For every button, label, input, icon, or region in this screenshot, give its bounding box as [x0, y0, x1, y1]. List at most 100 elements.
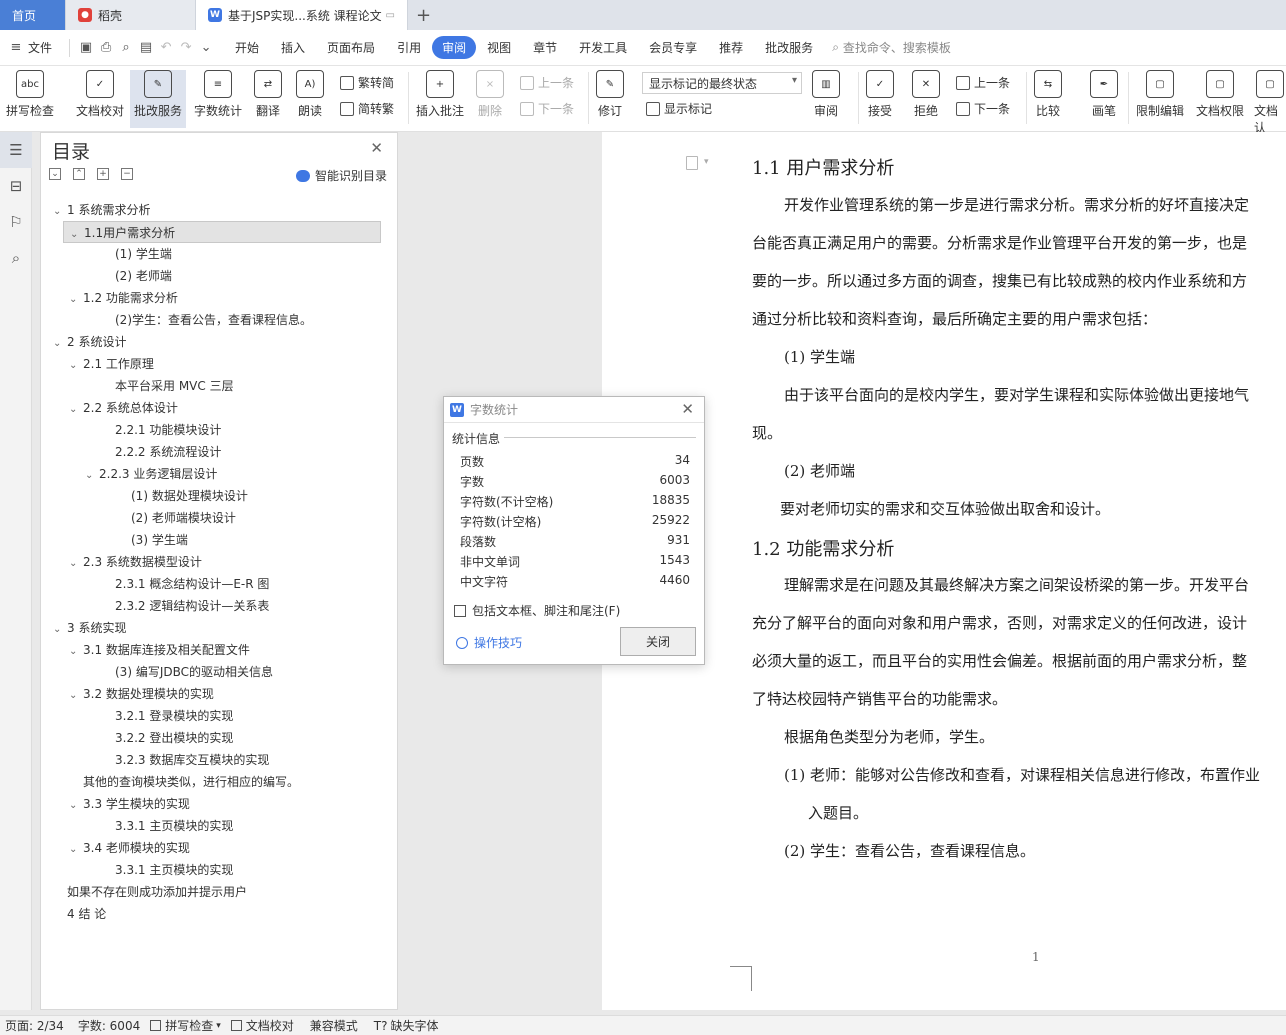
review-service-button[interactable]: ✎ 批改服务	[130, 70, 187, 128]
word-count-indicator[interactable]: 字数: 6004	[73, 1017, 145, 1034]
next-change-button[interactable]: 下一条	[956, 100, 1010, 117]
toc-item[interactable]: 2.2.2 系统流程设计	[41, 441, 397, 463]
menu-references[interactable]: 引用	[386, 39, 432, 56]
chevron-down-icon[interactable]: ▾	[704, 157, 709, 167]
toc-item[interactable]: ⌄ 3 系统实现	[41, 617, 397, 639]
spellcheck-button[interactable]: abc 拼写检查	[6, 70, 54, 119]
tips-link[interactable]: 操作技巧	[456, 634, 522, 651]
menu-file[interactable]: 文件	[26, 39, 63, 56]
undo-icon[interactable]: ↶	[156, 40, 176, 55]
prev-comment-button[interactable]: 上一条	[520, 74, 574, 91]
toc-item[interactable]: ⌄ 2.2 系统总体设计	[41, 397, 397, 419]
chevron-down-icon[interactable]: ⌄	[53, 201, 67, 223]
chevron-down-icon[interactable]: ⌄	[69, 795, 83, 817]
toc-item[interactable]: 本平台采用 MVC 三层	[41, 375, 397, 397]
compare-button[interactable]: ⇆ 比较	[1034, 70, 1062, 119]
toc-item[interactable]: 4 结 论	[41, 903, 397, 925]
toc-item[interactable]: 3.3.1 主页模块的实现	[41, 815, 397, 837]
page-indicator[interactable]: 页面: 2/34	[0, 1017, 69, 1034]
toc-item[interactable]: ⌄ 1.1用户需求分析	[63, 221, 381, 243]
toc-item[interactable]: ⌄ 3.2 数据处理模块的实现	[41, 683, 397, 705]
menu-chapter[interactable]: 章节	[522, 39, 568, 56]
toc-item[interactable]: ⌄ 2.2.3 业务逻辑层设计	[41, 463, 397, 485]
menu-recommend[interactable]: 推荐	[708, 39, 754, 56]
menu-insert[interactable]: 插入	[270, 39, 316, 56]
chevron-down-icon[interactable]: ⌄	[69, 289, 83, 311]
toc-item[interactable]: 3.2.2 登出模块的实现	[41, 727, 397, 749]
proofread-status[interactable]: 文档校对	[226, 1017, 299, 1034]
chevron-down-icon[interactable]: ⌄	[69, 399, 83, 421]
hamburger-icon[interactable]: ≡	[6, 40, 26, 55]
toc-item[interactable]: (2) 老师端	[41, 265, 397, 287]
restrict-editing-button[interactable]: ▢ 限制编辑	[1136, 70, 1184, 119]
command-search[interactable]: ⌕ 查找命令、搜索模板	[832, 39, 951, 56]
chevron-down-icon[interactable]: ⌄	[69, 685, 83, 707]
close-icon[interactable]: ✕	[681, 400, 694, 418]
insert-comment-button[interactable]: + 插入批注	[416, 70, 464, 119]
menu-member[interactable]: 会员专享	[638, 39, 708, 56]
chevron-down-icon[interactable]: ⌄	[69, 355, 83, 377]
menu-review-service[interactable]: 批改服务	[754, 39, 824, 56]
toc-item[interactable]: (2) 老师端模块设计	[41, 507, 397, 529]
menu-developer[interactable]: 开发工具	[568, 39, 638, 56]
toc-item[interactable]: (3) 学生端	[41, 529, 397, 551]
save-icon[interactable]: ▣	[76, 40, 96, 55]
chevron-down-icon[interactable]: ⌄	[53, 619, 67, 641]
to-traditional-button[interactable]: 繁转简	[340, 74, 394, 91]
tab-home[interactable]: 首页	[0, 0, 66, 30]
smart-toc-button[interactable]: 智能识别目录	[295, 167, 387, 184]
toc-item[interactable]: 3.2.3 数据库交互模块的实现	[41, 749, 397, 771]
reject-button[interactable]: ✕ 拒绝	[912, 70, 940, 119]
word-count-button[interactable]: ≡ 字数统计	[194, 70, 242, 119]
toc-item[interactable]: ⌄ 2 系统设计	[41, 331, 397, 353]
toc-item[interactable]: ⌄ 3.1 数据库连接及相关配置文件	[41, 639, 397, 661]
toc-item[interactable]: ⌄ 1.2 功能需求分析	[41, 287, 397, 309]
toc-item[interactable]: 3.2.1 登录模块的实现	[41, 705, 397, 727]
toc-item[interactable]: 3.3.1 主页模块的实现	[41, 859, 397, 881]
chevron-down-icon[interactable]: ⌄	[69, 553, 83, 575]
tab-daoke[interactable]: ● 稻壳	[66, 0, 196, 30]
toc-item[interactable]: (1) 学生端	[41, 243, 397, 265]
accept-button[interactable]: ✓ 接受	[866, 70, 894, 119]
chevron-down-icon[interactable]: ⌄	[69, 839, 83, 861]
close-button[interactable]: 关闭	[620, 627, 696, 656]
track-changes-button[interactable]: ✎ 修订	[596, 70, 624, 119]
to-simplified-button[interactable]: 简转繁	[340, 100, 394, 117]
toc-item[interactable]: ⌄ 3.3 学生模块的实现	[41, 793, 397, 815]
tab-pin-icon[interactable]: ▭	[386, 10, 395, 21]
redo-icon[interactable]: ↷	[176, 40, 196, 55]
chevron-down-icon[interactable]: ⌄	[53, 333, 67, 355]
search-icon[interactable]: ⌕	[0, 240, 32, 276]
toc-item[interactable]: ⌄ 2.1 工作原理	[41, 353, 397, 375]
document-permission-button[interactable]: ▢ 文档权限	[1196, 70, 1244, 119]
expand-icon[interactable]: ⌃	[73, 168, 85, 180]
add-icon[interactable]: +	[97, 168, 109, 180]
missing-font-status[interactable]: T? 缺失字体	[369, 1017, 444, 1034]
review-pane-button[interactable]: ▥ 审阅	[812, 70, 840, 119]
toc-item[interactable]: 2.3.2 逻辑结构设计—关系表	[41, 595, 397, 617]
toc-item[interactable]: 其他的查询模块类似，进行相应的编写。	[41, 771, 397, 793]
draw-button[interactable]: ✒ 画笔	[1090, 70, 1118, 119]
page-icon[interactable]	[686, 156, 698, 170]
translate-button[interactable]: ⇄ 翻译	[254, 70, 282, 119]
outline-icon[interactable]: ⊟	[0, 168, 32, 204]
menu-view[interactable]: 视图	[476, 39, 522, 56]
menu-start[interactable]: 开始	[224, 39, 270, 56]
toc-item[interactable]: ⌄ 3.4 老师模块的实现	[41, 837, 397, 859]
delete-comment-button[interactable]: × 删除	[476, 70, 504, 119]
bookmark-icon[interactable]: ⚐	[0, 204, 32, 240]
toc-icon[interactable]: ☰	[0, 132, 32, 168]
remove-icon[interactable]: −	[121, 168, 133, 180]
menu-review[interactable]: 审阅	[432, 36, 477, 59]
print-icon[interactable]: ⎙	[96, 40, 116, 55]
toc-item[interactable]: 如果不存在则成功添加并提示用户	[41, 881, 397, 903]
quick-access-dropdown-icon[interactable]: ⌄	[196, 40, 216, 55]
chevron-down-icon[interactable]: ⌄	[85, 465, 99, 487]
document-auth-button[interactable]: ▢ 文档认	[1254, 70, 1286, 136]
export-icon[interactable]: ▤	[136, 40, 156, 55]
menu-layout[interactable]: 页面布局	[316, 39, 386, 56]
proofread-button[interactable]: ✓ 文档校对	[76, 70, 124, 119]
spellcheck-status[interactable]: 拼写检查 ▾	[145, 1017, 226, 1034]
chevron-down-icon[interactable]: ⌄	[69, 641, 83, 663]
show-markup-button[interactable]: 显示标记	[646, 100, 712, 117]
